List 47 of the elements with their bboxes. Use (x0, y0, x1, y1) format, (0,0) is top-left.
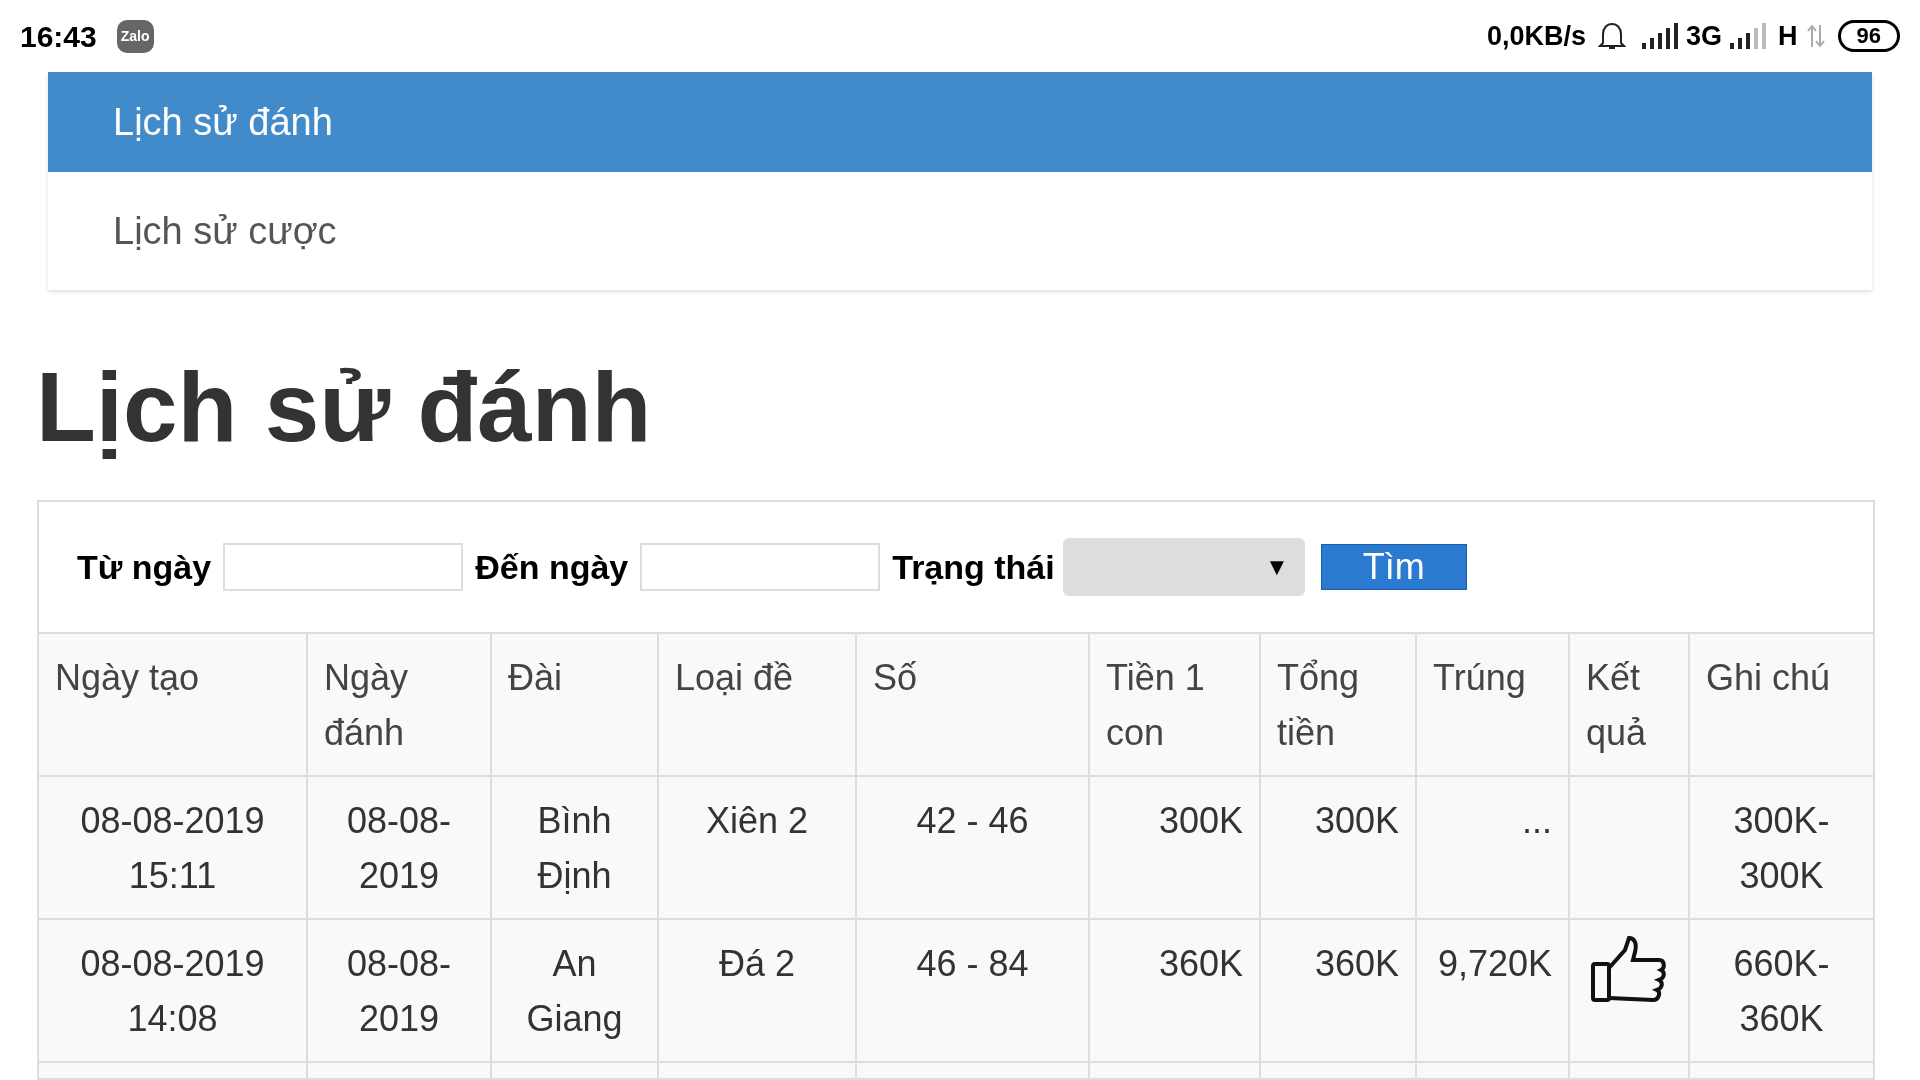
status-dropdown[interactable]: ▼ (1062, 538, 1305, 596)
network-type: H (1778, 19, 1798, 53)
column-header: Ngày đánh (324, 657, 409, 753)
column-header: Trúng (1433, 657, 1526, 698)
table-cell: ... (1522, 800, 1552, 841)
bell-icon (1598, 21, 1626, 51)
search-button[interactable]: Tìm (1320, 544, 1467, 590)
table-cell: 46 - 84 (916, 943, 1029, 984)
table-cell: Bình Định (537, 800, 612, 896)
thumbs-up-icon (1591, 936, 1667, 1002)
column-header: Kết quả (1586, 657, 1647, 753)
column-header: Đài (508, 657, 563, 698)
table-cell: 08-08-2019 14:08 (80, 943, 265, 1039)
status-label: Trạng thái (892, 546, 1055, 588)
table-cell: 300K (1158, 800, 1243, 841)
table-cell: 9,720K (1437, 943, 1552, 984)
table-cell: 08-08-2019 (346, 943, 452, 1039)
table-cell: 360K (1158, 943, 1243, 984)
column-header: Tiền 1 con (1106, 657, 1205, 753)
column-header: Ghi chú (1706, 657, 1831, 698)
to-date-label: Đến ngày (475, 546, 629, 588)
status-time: 16:43 (20, 18, 97, 55)
battery-indicator: 96 (1837, 20, 1900, 52)
to-date-field[interactable] (640, 543, 881, 591)
column-header: Ngày tạo (55, 657, 200, 698)
table-cell: 300K-300K (1733, 800, 1830, 896)
column-header: Số (873, 657, 918, 698)
table-cell: 360K (1314, 943, 1399, 984)
nav-tab[interactable]: Lịch sử cược (48, 172, 1872, 290)
from-date-label: Từ ngày (77, 546, 212, 588)
table-cell: 42 - 46 (916, 800, 1029, 841)
table-cell: 08-08-2019 15:11 (80, 800, 265, 896)
network-type: 3G (1686, 19, 1722, 53)
page-heading: Lịch sử đánh (36, 351, 653, 464)
nav-tab[interactable]: Lịch sử đánh (48, 72, 1872, 172)
from-date-field[interactable] (223, 543, 464, 591)
table-cell: Đá 2 (718, 943, 795, 984)
table-cell: Xiên 2 (705, 800, 809, 841)
network-speed: 0,0KB/s (1486, 19, 1586, 53)
table-cell: 08-08-2019 (346, 800, 452, 896)
table-cell: 660K-360K (1733, 943, 1830, 1039)
column-header: Tổng tiền (1277, 657, 1360, 753)
column-header: Loại đề (675, 657, 794, 698)
table-cell: An Giang (526, 943, 623, 1039)
table-cell: 300K (1314, 800, 1399, 841)
app-notification-icon: Zalo (116, 19, 154, 53)
data-arrows-icon (1805, 23, 1826, 49)
